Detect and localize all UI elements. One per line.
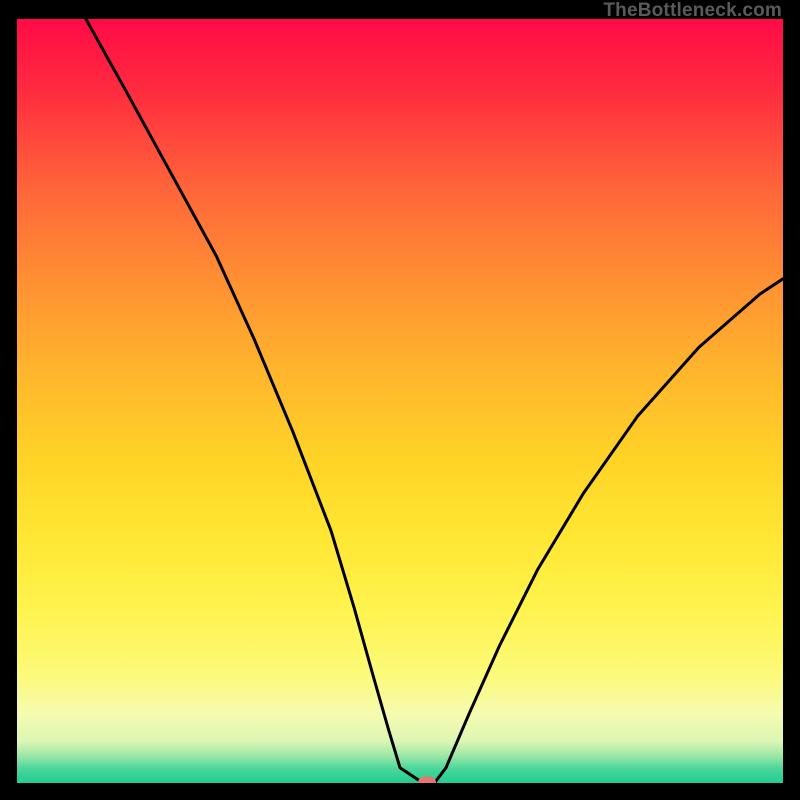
current-point-marker [418, 777, 436, 784]
curve-layer [17, 19, 783, 783]
plot-area [17, 19, 783, 783]
bottleneck-curve [86, 19, 783, 783]
chart-frame: TheBottleneck.com [0, 0, 800, 800]
